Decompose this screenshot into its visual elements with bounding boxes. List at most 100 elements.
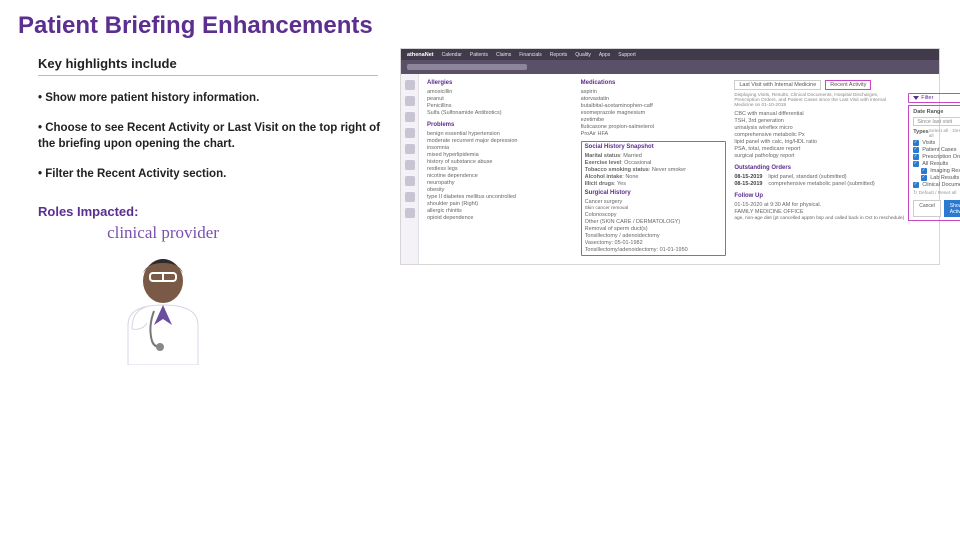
rail-icon[interactable] <box>405 80 415 90</box>
list-item: ProAir HFA <box>581 130 727 137</box>
list-item: Illicit drugs: Yes <box>585 180 723 187</box>
list-item: CBC with manual differential <box>734 110 904 117</box>
surgical-history-heading: Surgical History <box>585 190 723 196</box>
list-item: neuropathy <box>427 179 573 186</box>
date-range-select[interactable]: Since last visit▾ <box>913 117 960 126</box>
rail-icon[interactable] <box>405 192 415 202</box>
allergies-heading: Allergies <box>427 80 573 86</box>
slide-title: Patient Briefing Enhancements <box>0 0 960 48</box>
list-item: 08-15-2019lipid panel, standard (submitt… <box>734 173 904 180</box>
filter-type-row[interactable]: Clinical Documents <box>913 181 960 188</box>
list-item: Penicillins <box>427 102 573 109</box>
medications-list: aspirin atorvastatin butalbital-acetamin… <box>581 88 727 137</box>
list-item: Vasectomy: 05-01-1982 <box>585 239 723 246</box>
list-item: Sulfa (Sulfonamide Antibiotics) <box>427 109 573 116</box>
filter-icon <box>913 96 919 100</box>
nav-claims[interactable]: Claims <box>496 52 511 58</box>
nav-quality[interactable]: Quality <box>575 52 591 58</box>
list-item: mixed hyperlipidemia <box>427 151 573 158</box>
filter-type-row[interactable]: Visits <box>913 139 960 146</box>
left-icon-rail <box>401 74 419 264</box>
checkbox-icon <box>913 182 919 188</box>
list-item: Exercise level: Occasional <box>585 159 723 166</box>
app-frame: athenaNet Calendar Patients Claims Finan… <box>400 48 940 265</box>
rail-icon[interactable] <box>405 208 415 218</box>
nav-support[interactable]: Support <box>618 52 636 58</box>
social-history-box: Social History Snapshot Marital status: … <box>581 141 727 256</box>
list-item: Tobacco smoking status: Never smoker <box>585 166 723 173</box>
list-item: 01-15-2020 at 9:30 AM for physical. <box>734 201 904 208</box>
list-item: FAMILY MEDICINE OFFICE <box>734 208 904 215</box>
checkbox-icon <box>913 161 919 167</box>
filter-type-row[interactable]: Patient Cases <box>913 146 960 153</box>
rail-icon[interactable] <box>405 96 415 106</box>
rail-icon[interactable] <box>405 112 415 122</box>
filter-panel: Date Range Since last visit▾ Types Selec… <box>908 105 960 221</box>
list-item: nicotine dependence <box>427 172 573 179</box>
filter-type-row[interactable]: Prescription Orders <box>913 153 960 160</box>
list-item: urinalysis w/reflex micro <box>734 124 904 131</box>
cancel-button[interactable]: Cancel <box>913 200 941 217</box>
list-item: Tonsillectomy / adenoidectomy <box>585 232 723 239</box>
rail-icon[interactable] <box>405 160 415 170</box>
nav-calendar[interactable]: Calendar <box>442 52 462 58</box>
bullet-2: • Choose to see Recent Activity or Last … <box>38 120 388 152</box>
col-recent-activity: Last Visit with Internal Medicine Recent… <box>734 80 931 256</box>
key-highlights-heading: Key highlights include <box>38 56 388 71</box>
rail-icon[interactable] <box>405 176 415 186</box>
reset-link[interactable]: ↻ Default / Reset all <box>913 191 960 196</box>
filter-type-row[interactable]: Imaging Results <box>913 167 960 174</box>
list-item: obesity <box>427 186 573 193</box>
list-item: opioid dependence <box>427 214 573 221</box>
results-list: CBC with manual differential TSH, 3rd ge… <box>734 110 904 159</box>
rail-icon[interactable] <box>405 144 415 154</box>
list-item: insomnia <box>427 144 573 151</box>
list-item: Cancer surgery <box>585 198 723 205</box>
tab-last-visit[interactable]: Last Visit with Internal Medicine <box>734 80 821 90</box>
heading-divider <box>38 75 378 76</box>
app-brand: athenaNet <box>407 52 434 58</box>
nav-reports[interactable]: Reports <box>550 52 568 58</box>
list-item: Removal of sperm duct(s) <box>585 225 723 232</box>
social-history-heading: Social History Snapshot <box>585 144 723 150</box>
filter-type-row[interactable]: All Results <box>913 160 960 167</box>
filter-button[interactable]: Filter <box>908 93 960 103</box>
left-column: Key highlights include • Show more patie… <box>38 48 388 365</box>
display-description: Displaying Visits, Results, Clinical Doc… <box>734 93 904 108</box>
rail-icon[interactable] <box>405 128 415 138</box>
list-item: comprehensive metabolic Px <box>734 131 904 138</box>
nav-patients[interactable]: Patients <box>470 52 488 58</box>
filter-type-row[interactable]: Lab Results <box>913 174 960 181</box>
roles-impacted-heading: Roles Impacted: <box>38 204 388 219</box>
role-clinical-provider: clinical provider <box>78 223 248 365</box>
medications-heading: Medications <box>581 80 727 86</box>
patient-header-bar <box>401 60 939 74</box>
list-item: Alcohol intake: None <box>585 173 723 180</box>
list-item: Marital status: Married <box>585 152 723 159</box>
types-label: Types <box>913 129 929 139</box>
list-item: allergic rhinitis <box>427 207 573 214</box>
list-item: benign essential hypertension <box>427 130 573 137</box>
app-topbar: athenaNet Calendar Patients Claims Finan… <box>401 49 939 60</box>
screenshot-panel: athenaNet Calendar Patients Claims Finan… <box>400 48 942 365</box>
nav-financials[interactable]: Financials <box>519 52 542 58</box>
list-item: age, non-age diet (pt cancelled apptm bs… <box>734 215 904 221</box>
nav-apps[interactable]: Apps <box>599 52 610 58</box>
list-item: surgical pathology report <box>734 152 904 159</box>
list-item: 08-15-2019comprehensive metabolic panel … <box>734 180 904 187</box>
clinical-provider-illustration <box>108 245 218 365</box>
list-item: fluticasone propion-salmeterol <box>581 123 727 130</box>
patient-name-redacted <box>407 64 527 70</box>
bullet-1: • Show more patient history information. <box>38 90 388 106</box>
list-item: aspirin <box>581 88 727 95</box>
activity-tabs: Last Visit with Internal Medicine Recent… <box>734 80 931 90</box>
list-item: atorvastatin <box>581 95 727 102</box>
tab-recent-activity[interactable]: Recent Activity <box>825 80 871 90</box>
date-range-label: Date Range <box>913 109 960 115</box>
list-item: type II diabetes mellitus uncontrolled <box>427 193 573 200</box>
list-item: shoulder pain (Right) <box>427 200 573 207</box>
list-item: Colonoscopy <box>585 211 723 218</box>
show-activity-button[interactable]: Show Activity <box>944 200 960 217</box>
list-item: moderate recurrent major depression <box>427 137 573 144</box>
list-item: Other (SKIN CARE / DERMATOLOGY) <box>585 218 723 225</box>
